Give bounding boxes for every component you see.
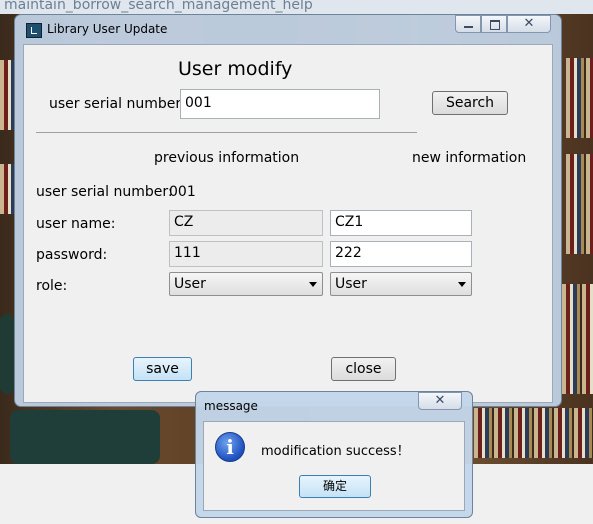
previous-role-select[interactable]: User	[169, 272, 323, 296]
main-window-content: User modify user serial number: 001 Sear…	[23, 44, 553, 403]
message-close-button[interactable]: ✕	[418, 392, 462, 410]
library-user-update-window: Library User Update ✕ User modify user s…	[14, 14, 562, 407]
new-role-select[interactable]: User	[330, 272, 472, 296]
page-title: User modify	[178, 58, 293, 80]
close-icon: ✕	[434, 393, 446, 408]
close-icon: ✕	[523, 16, 535, 31]
window-title: Library User Update	[47, 22, 168, 36]
minimize-icon	[464, 26, 473, 28]
close-button[interactable]: close	[331, 357, 396, 381]
message-dialog: message ✕ i modification success！ 确定	[195, 391, 473, 518]
separator	[36, 132, 417, 133]
maximize-icon	[490, 20, 500, 30]
info-icon: i	[215, 432, 245, 462]
maximize-button[interactable]	[481, 15, 507, 33]
search-button[interactable]: Search	[432, 91, 508, 115]
new-role-value: User	[335, 276, 367, 292]
new-username-input[interactable]: CZ1	[330, 210, 472, 236]
search-serial-label: user serial number:	[49, 96, 186, 112]
username-label: user name:	[36, 216, 116, 232]
message-dialog-content: i modification success！ 确定	[203, 421, 465, 511]
serial-number-value: 001	[169, 184, 196, 200]
previous-info-header: previous information	[154, 150, 300, 166]
main-window-titlebar[interactable]: Library User Update ✕	[15, 15, 561, 45]
role-label: role:	[36, 278, 68, 294]
background-window-titlebar: maintain_borrow_search_management_help	[0, 0, 593, 14]
new-password-input[interactable]: 222	[330, 241, 472, 267]
chevron-down-icon	[309, 282, 317, 287]
chevron-down-icon	[458, 282, 466, 287]
previous-role-value: User	[174, 276, 206, 292]
message-text: modification success！	[261, 444, 410, 459]
previous-username-field: CZ	[169, 210, 323, 236]
window-close-button[interactable]: ✕	[507, 15, 551, 33]
search-serial-input[interactable]: 001	[180, 89, 380, 119]
new-info-header: new information	[412, 150, 527, 166]
message-dialog-title: message	[204, 399, 258, 413]
serial-number-label: user serial number:	[36, 184, 173, 200]
app-icon	[26, 23, 42, 38]
ok-button[interactable]: 确定	[299, 475, 371, 498]
background-window-title: maintain_borrow_search_management_help	[4, 0, 313, 13]
minimize-button[interactable]	[455, 15, 481, 33]
password-label: password:	[36, 247, 108, 263]
save-button[interactable]: save	[133, 357, 192, 381]
previous-password-field: 111	[169, 241, 323, 267]
